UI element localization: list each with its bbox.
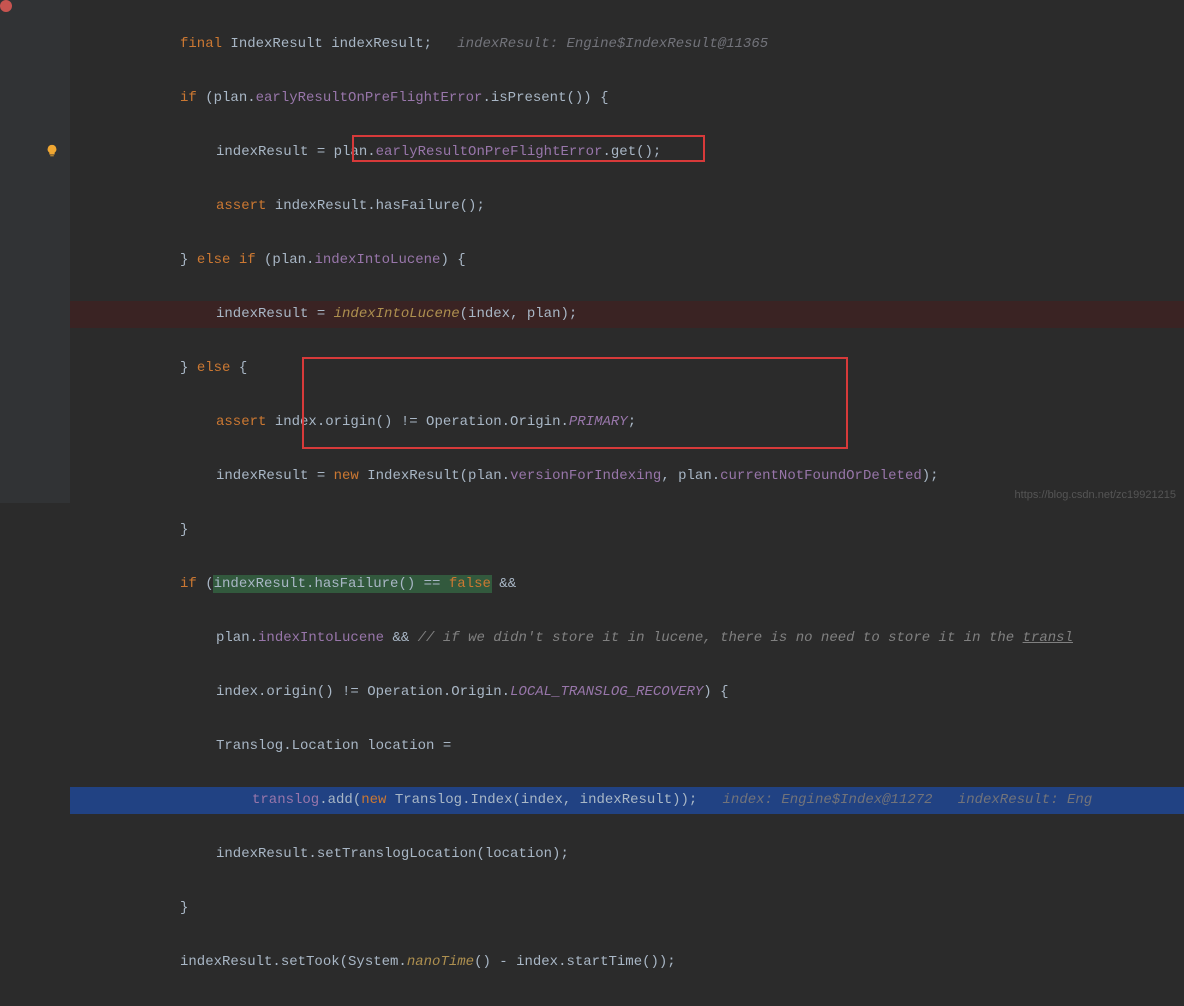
debug-hint: indexResult: Engine$IndexResult@11365 (457, 36, 768, 52)
field: earlyResultOnPreFlightError (376, 144, 603, 160)
text: index.origin() != Operation.Origin. (216, 684, 510, 700)
text: indexResult = (216, 306, 334, 322)
code-line[interactable]: if (indexResult.hasFailure() == false && (70, 571, 1184, 598)
text: ( (197, 576, 214, 592)
keyword: new (361, 792, 386, 808)
lightbulb-icon[interactable] (45, 144, 59, 158)
code-line[interactable]: indexResult = indexIntoLucene(index, pla… (70, 301, 1184, 328)
text: } (180, 522, 188, 538)
text: { (230, 360, 247, 376)
text: } (180, 252, 197, 268)
method-call: nanoTime (407, 954, 474, 970)
text: indexResult.hasFailure(); (266, 198, 484, 214)
text: (plan. (197, 90, 256, 106)
text: } (180, 360, 197, 376)
text: Translog.Location location = (216, 738, 451, 754)
field: indexIntoLucene (314, 252, 440, 268)
text: ) { (440, 252, 465, 268)
text: .add( (319, 792, 361, 808)
text: (plan. (256, 252, 315, 268)
text: () - index.startTime()); (474, 954, 676, 970)
constant: PRIMARY (569, 414, 628, 430)
comment: transl (1023, 630, 1073, 646)
text: .get(); (602, 144, 661, 160)
field: versionForIndexing (510, 468, 661, 484)
code-editor[interactable]: final IndexResult indexResult; indexResu… (0, 0, 1184, 503)
debug-hint: index: Engine$Index@11272 (723, 792, 933, 808)
keyword: if (180, 90, 197, 106)
editor-gutter (0, 0, 70, 503)
keyword: new (334, 468, 359, 484)
code-line[interactable]: final IndexResult indexResult; indexResu… (70, 31, 1184, 58)
field: earlyResultOnPreFlightError (256, 90, 483, 106)
watermark: https://blog.csdn.net/zc19921215 (1015, 489, 1176, 501)
keyword: assert (216, 414, 266, 430)
keyword: else (197, 360, 231, 376)
method-call: indexIntoLucene (334, 306, 460, 322)
text: indexResult = (216, 468, 334, 484)
text: && (384, 630, 418, 646)
text: Translog.Index(index, indexResult)); (386, 792, 697, 808)
text: , plan. (661, 468, 720, 484)
field: currentNotFoundOrDeleted (720, 468, 922, 484)
text: indexResult = plan. (216, 144, 376, 160)
code-line[interactable]: indexResult = plan.earlyResultOnPreFligh… (70, 139, 1184, 166)
code-line[interactable]: assert indexResult.hasFailure(); (70, 193, 1184, 220)
text: ) { (703, 684, 728, 700)
code-line[interactable]: } (70, 517, 1184, 544)
keyword: final (180, 36, 222, 52)
code-line[interactable]: index.origin() != Operation.Origin.LOCAL… (70, 679, 1184, 706)
text: && (491, 576, 516, 592)
code-line[interactable]: } else if (plan.indexIntoLucene) { (70, 247, 1184, 274)
code-line[interactable]: indexResult.setTook(System.nanoTime() - … (70, 949, 1184, 976)
highlight: indexResult.hasFailure() == false (214, 576, 491, 592)
text: indexResult.setTranslogLocation(location… (216, 846, 569, 862)
code-line[interactable]: assert index.origin() != Operation.Origi… (70, 409, 1184, 436)
text: indexResult.setTook(System. (180, 954, 407, 970)
code-line[interactable]: } else { (70, 355, 1184, 382)
code-line[interactable]: if (plan.earlyResultOnPreFlightError.isP… (70, 85, 1184, 112)
constant: LOCAL_TRANSLOG_RECOVERY (510, 684, 703, 700)
text: IndexResult(plan. (359, 468, 510, 484)
comment: // if we didn't store it in lucene, ther… (418, 630, 1023, 646)
text: index.origin() != Operation.Origin. (266, 414, 568, 430)
code-line[interactable]: plan.indexIntoLucene && // if we didn't … (70, 625, 1184, 652)
code-line[interactable]: } (70, 895, 1184, 922)
keyword: else if (197, 252, 256, 268)
field: indexIntoLucene (258, 630, 384, 646)
code-line[interactable]: Translog.Location location = (70, 733, 1184, 760)
text: ); (922, 468, 939, 484)
code-line[interactable]: translog.add(new Translog.Index(index, i… (70, 787, 1184, 814)
text: ; (628, 414, 636, 430)
text: .isPresent()) { (482, 90, 608, 106)
text: indexResult (331, 36, 423, 52)
text: IndexResult (230, 36, 322, 52)
field: translog (252, 792, 319, 808)
code-content[interactable]: final IndexResult indexResult; indexResu… (70, 0, 1184, 503)
text: } (180, 900, 188, 916)
keyword: assert (216, 198, 266, 214)
debug-hint: indexResult: Eng (958, 792, 1092, 808)
keyword: if (180, 576, 197, 592)
code-line[interactable]: indexResult = new IndexResult(plan.versi… (70, 463, 1184, 490)
code-line[interactable]: indexResult.setTranslogLocation(location… (70, 841, 1184, 868)
text: (index, plan); (460, 306, 578, 322)
text: plan. (216, 630, 258, 646)
error-icon[interactable] (0, 0, 12, 12)
